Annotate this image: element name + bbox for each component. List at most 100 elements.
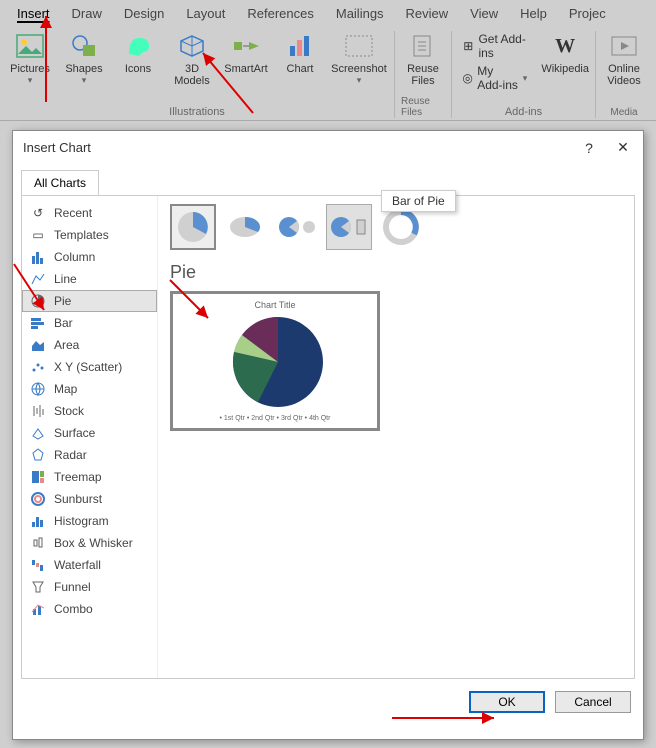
category-label: Surface — [54, 426, 95, 440]
radar-icon — [30, 447, 46, 463]
subtype-pie-of-pie[interactable] — [274, 204, 320, 250]
chart-preview-area: Bar of Pie Pie Chart Title • 1st Qtr • 2… — [158, 196, 634, 678]
screenshot-icon — [344, 31, 374, 61]
pictures-button[interactable]: Pictures ▾ — [6, 31, 54, 87]
category-treemap[interactable]: Treemap — [22, 466, 157, 488]
subtype-3d-pie[interactable] — [222, 204, 268, 250]
category-bar[interactable]: Bar — [22, 312, 157, 334]
tab-design[interactable]: Design — [113, 2, 175, 25]
3d-models-button[interactable]: 3D Models — [168, 31, 216, 87]
wikipedia-button[interactable]: W Wikipedia — [541, 31, 589, 75]
tab-review[interactable]: Review — [395, 2, 460, 25]
chart-preview[interactable]: Chart Title • 1st Qtr • 2nd Qtr • 3rd Qt… — [170, 291, 380, 431]
icons-button[interactable]: Icons — [114, 31, 162, 87]
close-button[interactable]: ✕ — [613, 139, 633, 156]
category-line[interactable]: Line — [22, 268, 157, 290]
wikipedia-label: Wikipedia — [541, 63, 589, 75]
cube-icon — [177, 31, 207, 61]
category-scatter[interactable]: X Y (Scatter) — [22, 356, 157, 378]
category-label: Box & Whisker — [54, 536, 133, 550]
insert-chart-dialog: Insert Chart ? ✕ All Charts ↺Recent ▭Tem… — [12, 130, 644, 740]
preview-pie-icon — [228, 312, 328, 412]
ribbon-tab-bar: Insert Draw Design Layout References Mai… — [0, 0, 656, 25]
icons-label: Icons — [125, 63, 151, 75]
shapes-label: Shapes — [65, 63, 102, 75]
category-label: Area — [54, 338, 79, 352]
pictures-label: Pictures — [10, 63, 50, 75]
tab-mailings[interactable]: Mailings — [325, 2, 395, 25]
ok-button[interactable]: OK — [469, 691, 545, 713]
stock-icon — [30, 403, 46, 419]
cancel-button[interactable]: Cancel — [555, 691, 631, 713]
dropdown-icon: ▾ — [28, 75, 33, 86]
reuse-icon — [408, 31, 438, 61]
category-waterfall[interactable]: Waterfall — [22, 554, 157, 576]
video-icon — [609, 31, 639, 61]
category-histogram[interactable]: Histogram — [22, 510, 157, 532]
treemap-icon — [30, 469, 46, 485]
category-stock[interactable]: Stock — [22, 400, 157, 422]
subtype-tooltip: Bar of Pie — [381, 190, 456, 212]
histogram-icon — [30, 513, 46, 529]
category-map[interactable]: Map — [22, 378, 157, 400]
tab-help[interactable]: Help — [509, 2, 558, 25]
get-addins-button[interactable]: ⊞Get Add-ins — [458, 31, 531, 61]
tab-view[interactable]: View — [459, 2, 509, 25]
category-templates[interactable]: ▭Templates — [22, 224, 157, 246]
column-icon — [30, 249, 46, 265]
picture-icon — [15, 31, 45, 61]
video-label: Online Videos — [607, 63, 640, 87]
category-label: Funnel — [54, 580, 91, 594]
smartart-icon — [231, 31, 261, 61]
combo-icon — [30, 601, 46, 617]
tab-references[interactable]: References — [236, 2, 324, 25]
online-videos-button[interactable]: Online Videos — [602, 31, 646, 87]
subtype-pie[interactable] — [170, 204, 216, 250]
category-combo[interactable]: Combo — [22, 598, 157, 620]
store-icon: ⊞ — [462, 38, 474, 54]
category-label: Recent — [54, 206, 92, 220]
group-media: Media — [610, 107, 637, 118]
reuse-files-button[interactable]: Reuse Files — [401, 31, 445, 87]
category-label: Treemap — [54, 470, 102, 484]
myaddins-label: My Add-ins — [477, 64, 519, 92]
category-label: Combo — [54, 602, 93, 616]
category-surface[interactable]: Surface — [22, 422, 157, 444]
subtype-bar-of-pie[interactable] — [326, 204, 372, 250]
group-reusefiles: Reuse Files — [401, 96, 445, 118]
addins-icon: ◎ — [462, 70, 473, 86]
category-recent[interactable]: ↺Recent — [22, 202, 157, 224]
dialog-title: Insert Chart — [23, 140, 91, 155]
chart-button[interactable]: Chart — [276, 31, 324, 87]
category-sunburst[interactable]: Sunburst — [22, 488, 157, 510]
category-label: Pie — [54, 294, 71, 308]
category-radar[interactable]: Radar — [22, 444, 157, 466]
chart-label: Chart — [287, 63, 314, 75]
tab-project[interactable]: Projec — [558, 2, 617, 25]
box-icon — [30, 535, 46, 551]
category-pie[interactable]: Pie — [22, 290, 157, 312]
category-funnel[interactable]: Funnel — [22, 576, 157, 598]
shapes-button[interactable]: Shapes ▾ — [60, 31, 108, 87]
smartart-label: SmartArt — [224, 63, 267, 75]
icons-icon — [123, 31, 153, 61]
smartart-button[interactable]: SmartArt — [222, 31, 270, 87]
help-button[interactable]: ? — [579, 140, 599, 156]
tab-all-charts[interactable]: All Charts — [21, 170, 99, 195]
category-label: X Y (Scatter) — [54, 360, 122, 374]
sunburst-icon — [30, 491, 46, 507]
area-icon — [30, 337, 46, 353]
scatter-icon — [30, 359, 46, 375]
screenshot-button[interactable]: Screenshot ▾ — [330, 31, 388, 87]
category-column[interactable]: Column — [22, 246, 157, 268]
tab-draw[interactable]: Draw — [61, 2, 113, 25]
category-label: Bar — [54, 316, 73, 330]
tab-insert[interactable]: Insert — [6, 2, 61, 25]
category-label: Line — [54, 272, 77, 286]
line-icon — [30, 271, 46, 287]
category-area[interactable]: Area — [22, 334, 157, 356]
category-box[interactable]: Box & Whisker — [22, 532, 157, 554]
category-label: Histogram — [54, 514, 109, 528]
tab-layout[interactable]: Layout — [175, 2, 236, 25]
my-addins-button[interactable]: ◎My Add-ins ▾ — [458, 63, 531, 93]
